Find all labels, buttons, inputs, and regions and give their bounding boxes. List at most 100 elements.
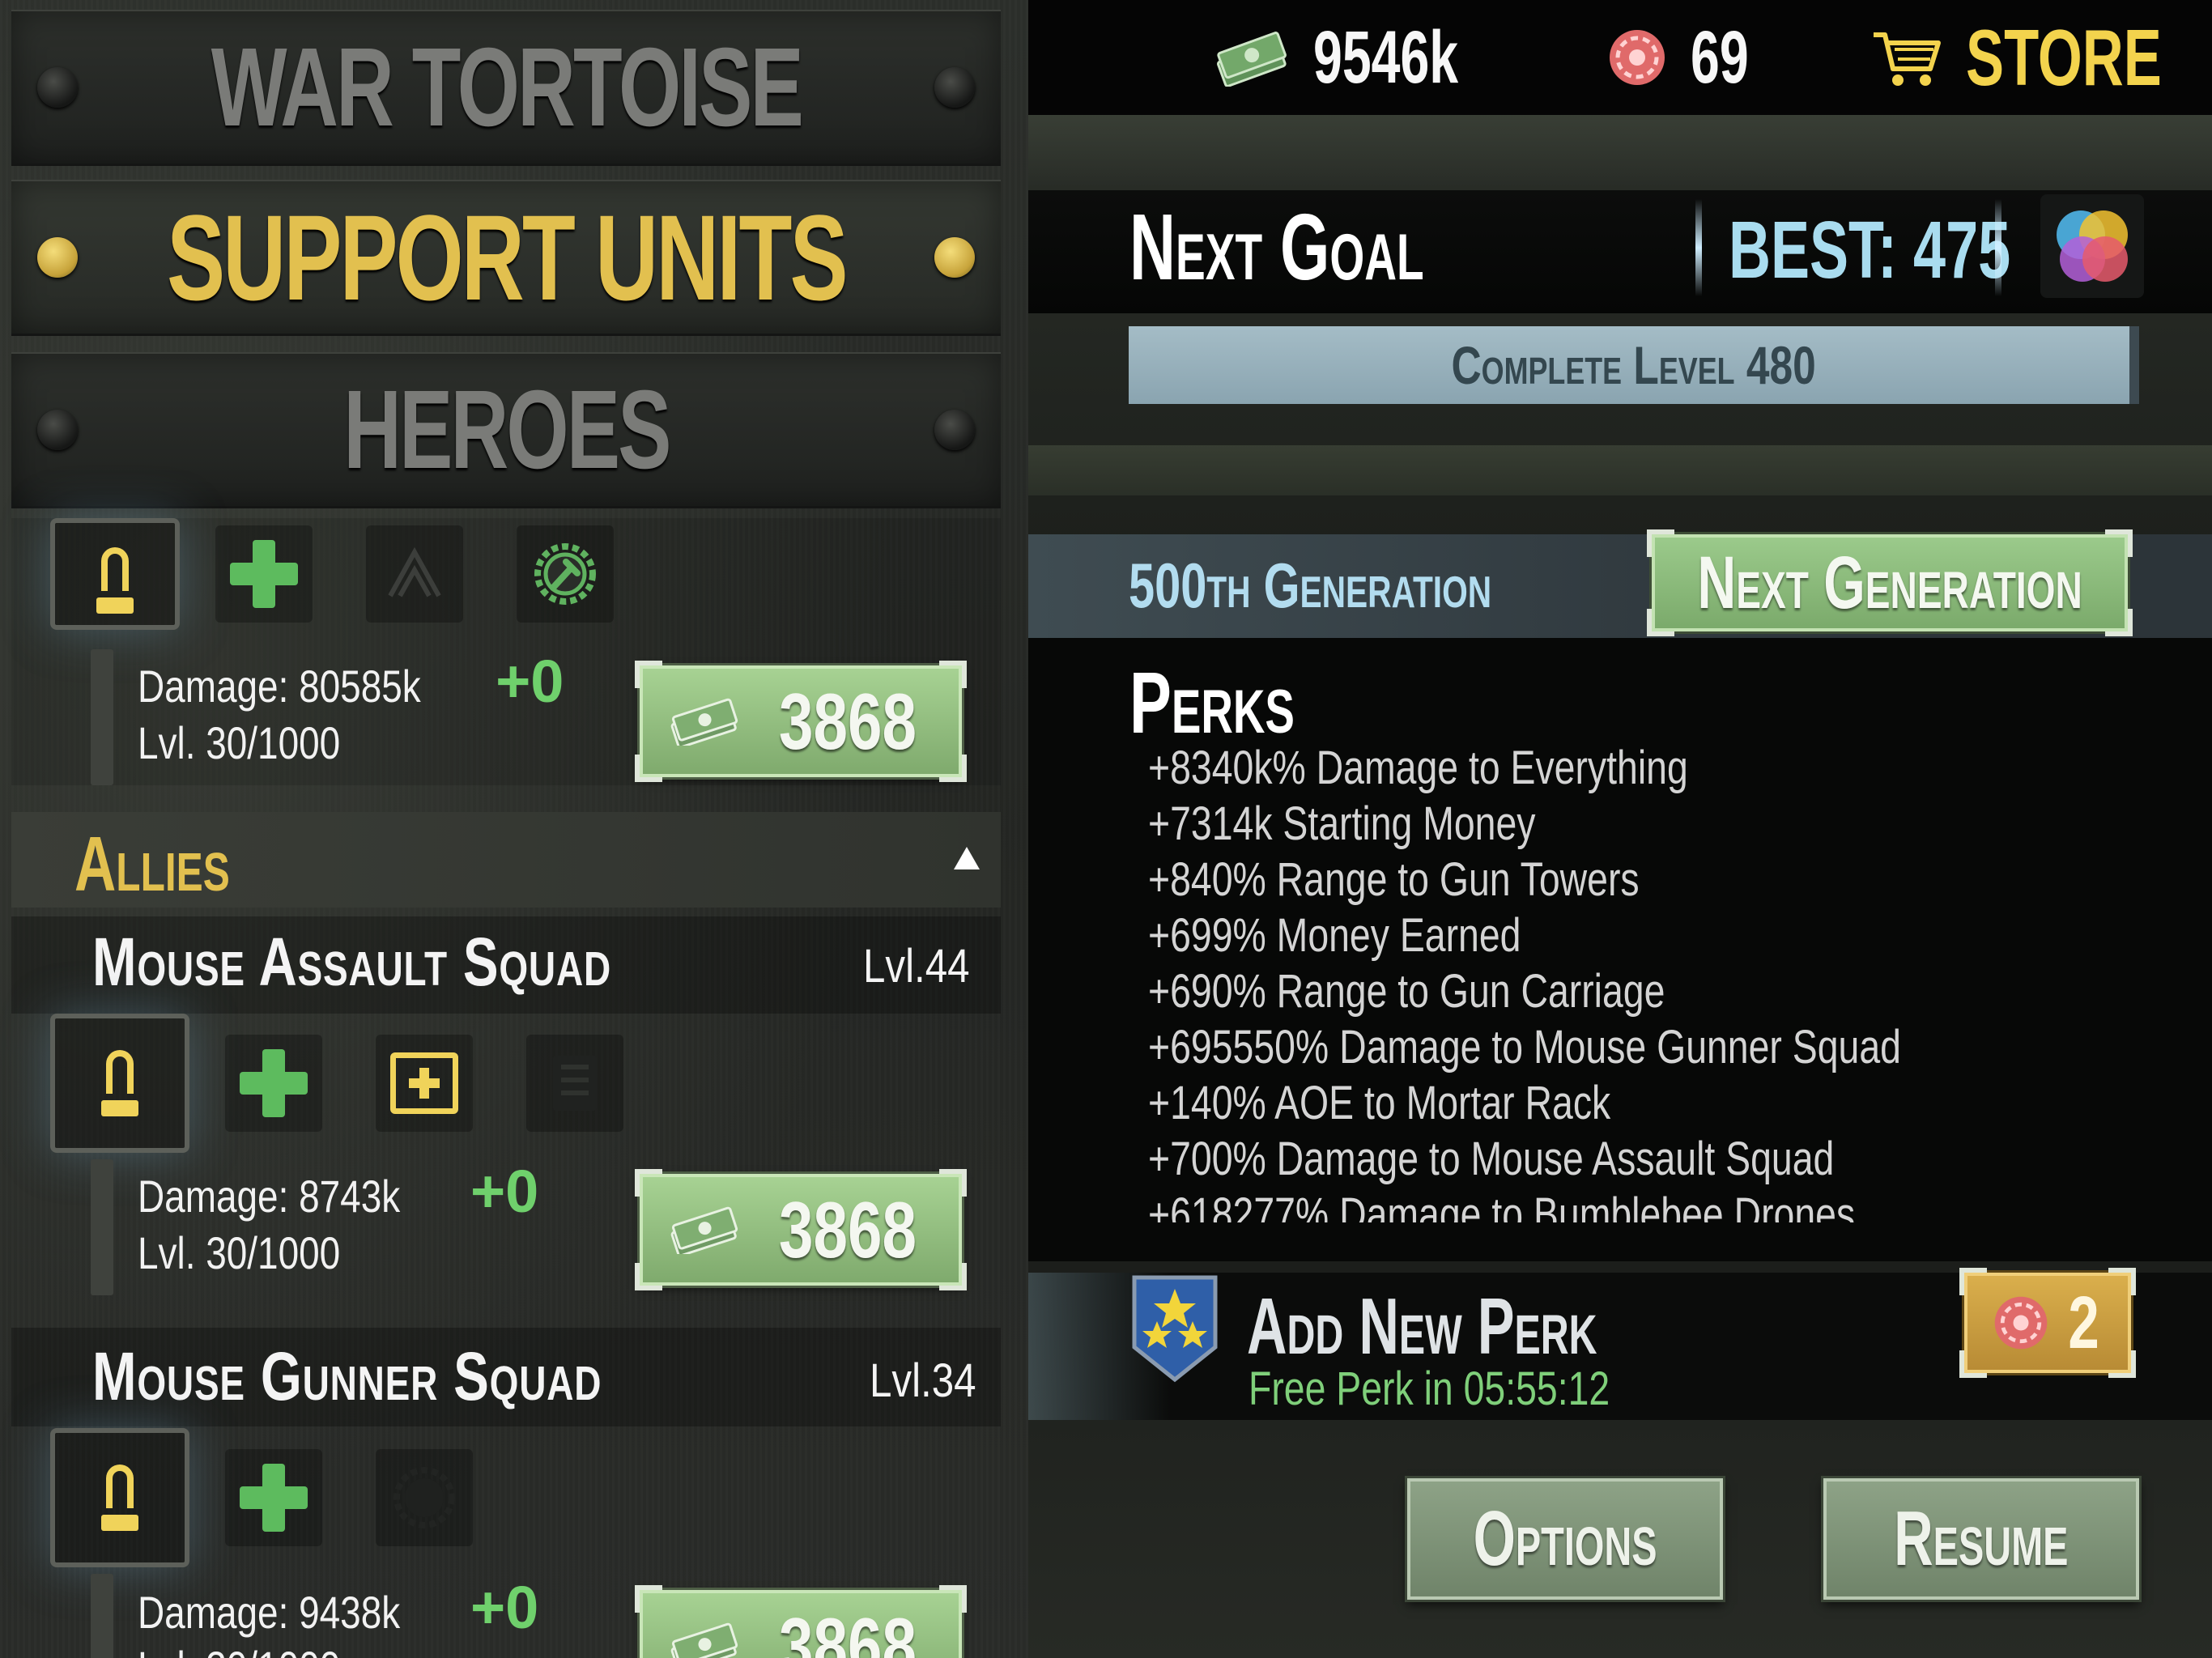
- damage-delta: +0: [470, 1574, 539, 1641]
- upgrade-buy-button[interactable]: 3868: [635, 1169, 967, 1290]
- money-icon: [1217, 32, 1287, 87]
- ally-level-progress: Lvl. 30/1000: [138, 1227, 341, 1278]
- bullet-icon: [101, 1050, 138, 1116]
- ally-name: Mouse Assault Squad: [92, 924, 611, 1000]
- ally-name: Mouse Gunner Squad: [92, 1338, 602, 1414]
- free-perk-timer: Free Perk in 05:55:12: [1249, 1363, 1610, 1415]
- perk-cost: 2: [2068, 1281, 2100, 1364]
- active-indicator-icon: [37, 237, 78, 278]
- ally-damage: Damage: 9438k +0: [138, 1574, 539, 1641]
- perk-list[interactable]: +8340k% Damage to Everything +7314k Start…: [1148, 740, 2079, 1222]
- ally-level-progress: Lvl. 30/1000: [138, 1640, 385, 1658]
- ally-level: Lvl.44: [863, 940, 970, 993]
- collapse-arrow-icon[interactable]: [954, 847, 980, 869]
- top-unit-level: Lvl. 30/1000: [138, 717, 341, 768]
- damage-upgrade-slot[interactable]: [50, 1014, 189, 1153]
- damage-delta: +0: [496, 648, 564, 715]
- goal-progress-text: Complete Level 480: [1451, 335, 1817, 395]
- perk-item: +140% AOE to Mortar Rack: [1148, 1077, 1611, 1129]
- game-center-button[interactable]: [2040, 194, 2144, 298]
- upgrade-row-top: [50, 518, 667, 630]
- divider: [1695, 199, 1702, 296]
- tab-war-tortoise-label: WAR TORTOISE: [211, 24, 803, 150]
- medic-plus-icon: [240, 1464, 308, 1532]
- allies-section-header[interactable]: Allies: [11, 812, 1001, 908]
- allies-title: Allies: [74, 821, 230, 908]
- game-center-icon: [2057, 210, 2128, 282]
- rivet-icon: [934, 67, 975, 108]
- rivet-icon: [934, 410, 975, 450]
- resume-button[interactable]: Resume: [1823, 1478, 2139, 1600]
- rivet-icon: [37, 67, 78, 108]
- next-goal-title: Next Goal: [1129, 194, 1424, 300]
- tab-heroes[interactable]: HEROES: [11, 352, 1001, 508]
- cart-icon: [1874, 32, 1941, 86]
- stat-divider: [91, 649, 113, 785]
- ally-damage: Damage: 8743k +0: [138, 1158, 539, 1225]
- money-value: 9546k: [1313, 15, 1459, 99]
- medkit-icon: [390, 1052, 458, 1114]
- medkit-upgrade-slot[interactable]: [376, 1035, 473, 1132]
- heal-upgrade-slot[interactable]: [225, 1035, 322, 1132]
- background-strip: [1028, 445, 2212, 495]
- stat-divider: [91, 1574, 113, 1658]
- locked-upgrade-slot: [526, 1035, 623, 1132]
- background-strip: [1028, 115, 2212, 188]
- bullet-icon: [101, 1465, 138, 1531]
- divider: [1995, 199, 2001, 296]
- right-panel: 9546k 69 STORE Next Goal BEST: 475 Compl…: [1028, 0, 2212, 1658]
- perk-item: +8340k% Damage to Everything: [1148, 742, 1688, 794]
- store-label: STORE: [1966, 12, 2162, 102]
- upgrade-buy-button[interactable]: 3868: [635, 1585, 967, 1658]
- heal-upgrade-slot[interactable]: [215, 525, 313, 623]
- perk-item: +618277% Damage to Bumblebee Drones: [1148, 1188, 1856, 1222]
- tab-heroes-label: HEROES: [342, 367, 671, 492]
- perk-item: +700% Damage to Mouse Assault Squad: [1148, 1133, 1835, 1185]
- gem-icon: [1610, 30, 1665, 85]
- add-perk-gem-button[interactable]: 2: [1959, 1268, 2136, 1378]
- damage-upgrade-slot[interactable]: [50, 1428, 189, 1567]
- gem-value: 69: [1691, 15, 1749, 99]
- store-button[interactable]: STORE: [1870, 8, 2212, 107]
- damage-delta: +0: [470, 1158, 539, 1225]
- perk-item: +699% Money Earned: [1148, 909, 1521, 962]
- active-indicator-icon: [934, 237, 975, 278]
- star-shield-icon: [1132, 1275, 1218, 1383]
- stat-divider: [91, 1159, 113, 1295]
- tab-support-units-label: SUPPORT UNITS: [166, 189, 849, 325]
- heal-upgrade-slot[interactable]: [225, 1449, 322, 1546]
- upgrade-buy-button[interactable]: 3868: [635, 661, 967, 782]
- locked-icon: [553, 1056, 597, 1111]
- medic-plus-icon: [230, 540, 298, 608]
- perk-item: +695550% Damage to Mouse Gunner Squad: [1148, 1021, 1901, 1073]
- money-icon: [670, 698, 738, 746]
- rivet-icon: [37, 410, 78, 450]
- add-perk-title: Add New Perk: [1247, 1282, 1597, 1371]
- goal-progress-bar: Complete Level 480: [1129, 326, 2139, 404]
- top-unit-damage: Damage: 80585k +0: [138, 648, 564, 715]
- perk-item: +7314k Starting Money: [1148, 797, 1536, 850]
- perk-item: +840% Range to Gun Towers: [1148, 853, 1640, 906]
- bullet-icon: [96, 547, 134, 614]
- rank-upgrade-slot[interactable]: [366, 525, 463, 623]
- perk-item: +690% Range to Gun Carriage: [1148, 965, 1665, 1018]
- ally-level: Lvl.34: [870, 1354, 976, 1407]
- hammer-gear-icon: [534, 543, 596, 605]
- left-panel: WAR TORTOISE SUPPORT UNITS HEROES Damage…: [0, 0, 1028, 1658]
- repair-upgrade-slot[interactable]: [517, 525, 614, 623]
- rank-insignia-icon: [388, 546, 441, 597]
- gem-counter: 69: [1605, 8, 1773, 107]
- best-score: BEST: 475: [1729, 205, 2011, 295]
- locked-upgrade-slot: [376, 1449, 473, 1546]
- upgrade-row-assault: [50, 1014, 677, 1153]
- options-button[interactable]: Options: [1407, 1478, 1723, 1600]
- tab-support-units[interactable]: SUPPORT UNITS: [11, 180, 1001, 336]
- next-generation-button[interactable]: Next Generation: [1647, 529, 2133, 636]
- resource-bar: 9546k 69 STORE: [1028, 0, 2212, 115]
- damage-upgrade-slot[interactable]: [50, 518, 180, 630]
- tab-war-tortoise[interactable]: WAR TORTOISE: [11, 10, 1001, 166]
- perks-title: Perks: [1129, 653, 1295, 751]
- locked-icon: [393, 1467, 455, 1528]
- money-icon: [670, 1206, 738, 1254]
- gem-icon: [1995, 1296, 2048, 1350]
